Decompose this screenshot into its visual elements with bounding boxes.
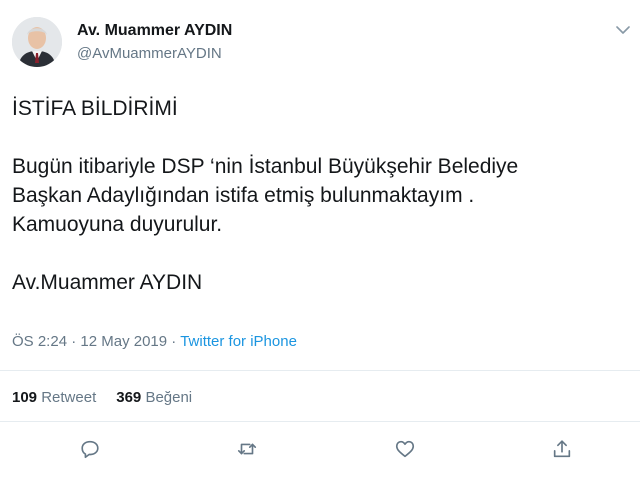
divider xyxy=(0,370,640,371)
retweet-label: Retweet xyxy=(41,389,97,406)
tweet-text: İSTİFA BİLDİRİMİ Bugün itibariyle DSP ‘n… xyxy=(12,94,628,297)
share-button[interactable] xyxy=(550,437,574,461)
tweet-title: İSTİFA BİLDİRİMİ xyxy=(12,97,178,120)
reply-button[interactable] xyxy=(78,437,102,461)
chevron-down-icon[interactable] xyxy=(616,22,630,34)
like-stat[interactable]: 369 Beğeni xyxy=(116,389,192,406)
tweet-line: Başkan Adaylığından istifa etmiş bulunma… xyxy=(12,184,475,207)
avatar-image xyxy=(12,17,62,67)
divider xyxy=(0,421,640,422)
heart-icon xyxy=(395,440,415,458)
retweet-icon xyxy=(237,443,257,455)
tweet-date[interactable]: 12 May 2019 xyxy=(80,333,167,350)
tweet-stats: 109 Retweet 369 Beğeni xyxy=(12,389,192,406)
tweet-card: Av. Muammer AYDIN @AvMuammerAYDIN İSTİFA… xyxy=(0,0,640,478)
avatar[interactable] xyxy=(12,17,62,67)
reply-icon xyxy=(81,440,99,459)
like-count: 369 xyxy=(116,389,142,406)
author-name[interactable]: Av. Muammer AYDIN xyxy=(77,22,232,40)
author-handle[interactable]: @AvMuammerAYDIN xyxy=(77,45,222,62)
retweet-count: 109 xyxy=(12,389,38,406)
tweet-time[interactable]: ÖS 2:24 xyxy=(12,333,67,350)
tweet-signature: Av.Muammer AYDIN xyxy=(12,271,203,294)
tweet-line: Bugün itibariyle DSP ‘nin İstanbul Büyük… xyxy=(12,155,519,178)
tweet-source-link[interactable]: Twitter for iPhone xyxy=(180,333,297,350)
tweet-meta: ÖS 2:24 · 12 May 2019 · Twitter for iPho… xyxy=(12,333,297,350)
like-button[interactable] xyxy=(393,437,417,461)
meta-separator: · xyxy=(167,333,181,350)
meta-separator: · xyxy=(67,333,81,350)
share-icon xyxy=(553,440,571,458)
like-label: Beğeni xyxy=(145,389,193,406)
retweet-button[interactable] xyxy=(235,437,259,461)
tweet-line: Kamuoyuna duyurulur. xyxy=(12,213,223,236)
retweet-stat[interactable]: 109 Retweet xyxy=(12,389,96,406)
